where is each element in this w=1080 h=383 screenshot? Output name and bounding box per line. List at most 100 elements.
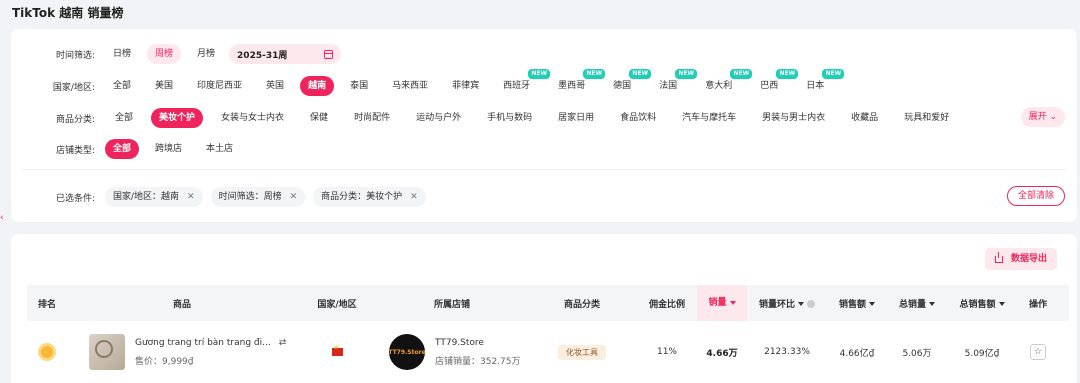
vietnam-flag-icon [331, 344, 343, 356]
export-icon [994, 251, 1003, 263]
condition-text: 商品分类：美妆个护 [321, 192, 403, 202]
total-sales-cell: 5.06万 [902, 348, 932, 359]
favorite-star-icon[interactable]: ☆ [1030, 344, 1046, 360]
category-option[interactable]: 全部 [107, 108, 141, 128]
close-icon[interactable]: ✕ [187, 187, 195, 207]
country-option[interactable]: 法国 NEW [651, 69, 698, 96]
close-icon[interactable]: ✕ [290, 187, 298, 207]
condition-chip-time[interactable]: 时间筛选：周榜 ✕ [210, 187, 306, 207]
chevron-down-icon: ⌄ [1049, 112, 1057, 122]
new-badge: NEW [528, 69, 551, 79]
header-shop: 所属店铺 [433, 299, 470, 310]
country-option[interactable]: 美国 [147, 76, 181, 96]
selected-conditions-label: 已选条件: [55, 193, 95, 204]
shop-type-filter-label: 店铺类型: [55, 145, 95, 156]
category-option[interactable]: 女装与女士内衣 [213, 108, 292, 128]
shop-logo[interactable]: TT79.Store [388, 334, 426, 370]
time-option-day[interactable]: 日榜 [105, 44, 139, 64]
category-option[interactable]: 运动与户外 [408, 108, 469, 128]
country-option-label: 马来西亚 [392, 81, 429, 91]
shop-cell[interactable]: TT79.Store TT79.Store 店铺销量：352.75万 [377, 334, 527, 370]
country-option[interactable]: 巴西 NEW [752, 69, 799, 96]
category-filter-row: 商品分类: 全部 美妆个护 女装与女士内衣 保健 时尚配件 运动与户外 手机与数码 居家日用食… [11, 107, 957, 129]
country-option-label: 美国 [155, 81, 174, 91]
header-rank: 排名 [37, 299, 56, 310]
country-option-label: 全部 [113, 81, 132, 91]
category-option[interactable]: 手机与数码 [479, 108, 540, 128]
category-option[interactable]: 收藏品 [843, 108, 886, 128]
caret-down-icon [729, 300, 736, 305]
header-revenue[interactable]: 销售额 [827, 297, 887, 310]
country-option-label: 墨西哥 [558, 81, 586, 91]
table-row[interactable]: Gương trang trí bàn trang đi... ⇄ 售价：9,99… [27, 321, 1069, 383]
shop-name[interactable]: TT79.Store [435, 338, 521, 348]
export-label: 数据导出 [1010, 254, 1047, 264]
week-picker[interactable]: 2025-31周 [229, 44, 342, 64]
header-total-revenue[interactable]: 总销售额 [947, 297, 1017, 310]
category-option[interactable]: 汽车与摩托车 [674, 108, 744, 128]
product-cell[interactable]: Gương trang trí bàn trang đi... ⇄ 售价：9,99… [67, 334, 297, 370]
shop-type-cross-border[interactable]: 跨境店 [147, 139, 190, 159]
country-option-label: 意大利 [705, 81, 733, 91]
country-option[interactable]: 墨西哥 NEW [550, 69, 606, 96]
condition-chip-category[interactable]: 商品分类：美妆个护 ✕ [313, 187, 426, 207]
country-option[interactable]: 英国 [258, 76, 292, 96]
header-country: 国家/地区 [317, 299, 357, 310]
country-option[interactable]: 日本 NEW [798, 69, 845, 96]
country-option-label: 西班牙 [503, 81, 531, 91]
action-cell: ☆ [1017, 344, 1059, 360]
country-option-label: 越南 [308, 81, 327, 91]
country-option[interactable]: 全部 [105, 76, 139, 96]
header-sales[interactable]: 销量 [697, 285, 747, 321]
condition-chip-country[interactable]: 国家/地区：越南 ✕ [105, 187, 203, 207]
country-option[interactable]: 马来西亚 [384, 76, 436, 96]
export-button[interactable]: 数据导出 [984, 248, 1057, 270]
clear-all-button[interactable]: 全部清除 [1006, 186, 1065, 206]
revenue-cell: 4.66亿₫ [839, 348, 875, 359]
shop-type-local[interactable]: 本土店 [198, 139, 241, 159]
product-image[interactable] [89, 334, 125, 370]
country-filter-label: 国家/地区: [52, 82, 95, 93]
new-badge: NEW [730, 69, 753, 79]
header-sales-mom[interactable]: 销量环比 [747, 297, 827, 310]
header-product: 商品 [172, 299, 191, 310]
country-option[interactable]: 越南 [300, 76, 335, 96]
country-option[interactable]: 西班牙 NEW [495, 69, 551, 96]
ranking-table-card: 数据导出 排名 商品 国家/地区 所属店铺 商品分类 佣金比例 销量 销量环比 … [11, 234, 1077, 383]
category-option[interactable]: 居家日用 [550, 108, 602, 128]
header-category: 商品分类 [563, 299, 600, 310]
category-option[interactable]: 食品饮料 [612, 108, 664, 128]
header-commission: 佣金比例 [648, 299, 685, 310]
country-option[interactable]: 德国 NEW [605, 69, 652, 96]
country-option-label: 巴西 [760, 81, 779, 91]
page-title: TikTok 越南 销量榜 [12, 6, 124, 20]
table-header: 排名 商品 国家/地区 所属店铺 商品分类 佣金比例 销量 销量环比 销售额 总… [27, 285, 1069, 321]
expand-categories-button[interactable]: 展开 ⌄ [1020, 107, 1065, 127]
new-badge: NEW [583, 69, 606, 79]
header-total-sales[interactable]: 总销量 [887, 297, 947, 310]
country-option[interactable]: 菲律宾 [444, 76, 487, 96]
country-option[interactable]: 印度尼西亚 [189, 76, 250, 96]
country-option[interactable]: 泰国 [342, 76, 376, 96]
commission-cell: 11% [656, 347, 677, 357]
help-icon[interactable] [807, 300, 815, 308]
category-option[interactable]: 保健 [302, 108, 336, 128]
product-price: 售价：9,999₫ [135, 356, 194, 367]
shop-type-all[interactable]: 全部 [105, 139, 140, 159]
category-option[interactable]: 男装与男士内衣 [754, 108, 833, 128]
category-option[interactable]: 美妆个护 [151, 108, 204, 128]
product-name[interactable]: Gương trang trí bàn trang đi... ⇄ [135, 338, 286, 348]
category-option[interactable]: 时尚配件 [346, 108, 398, 128]
category-option[interactable]: 玩具和爱好 [896, 108, 957, 128]
time-option-month[interactable]: 月榜 [189, 44, 223, 64]
collapse-arrow-icon[interactable]: ‹ [0, 213, 4, 223]
time-option-week[interactable]: 周榜 [147, 44, 182, 64]
new-badge: NEW [675, 69, 698, 79]
country-option[interactable]: 意大利 NEW [697, 69, 753, 96]
header-revenue-label: 销售额 [838, 299, 866, 310]
shop-info: TT79.Store 店铺销量：352.75万 [435, 338, 521, 367]
country-option-label: 德国 [613, 81, 632, 91]
filter-panel: 时间筛选: 日榜 周榜 月榜 2025-31周 国家/地区: 全部 美国 印度尼西亚… [11, 29, 1077, 222]
close-icon[interactable]: ✕ [410, 187, 418, 207]
translate-icon[interactable]: ⇄ [279, 338, 287, 348]
